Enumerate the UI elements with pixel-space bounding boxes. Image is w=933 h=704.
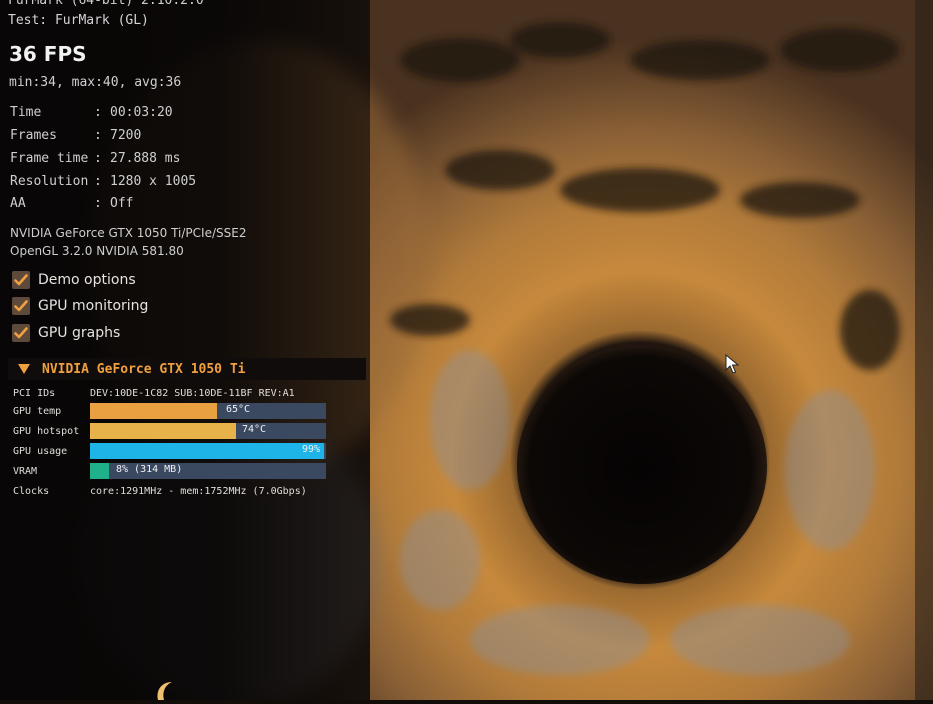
checkmark-icon — [12, 324, 30, 342]
stat-label: Frame time — [10, 151, 89, 166]
gpu-temp-row: GPU temp 65°C — [13, 402, 326, 420]
stat-label: AA — [10, 196, 26, 211]
stat-separator: : — [94, 174, 102, 189]
opengl-version-string: OpenGL 3.2.0 NVIDIA 581.80 — [10, 244, 184, 258]
bar-fill — [90, 463, 109, 479]
pci-ids-row: PCI IDs DEV:10DE-1C82 SUB:10DE-11BF REV:… — [13, 384, 295, 402]
mouse-pointer-icon — [725, 353, 740, 378]
stat-row-frame-time: Frame time:27.888 ms — [10, 151, 180, 166]
gpu-hotspot-bar: 74°C — [90, 423, 326, 439]
pci-ids-label: PCI IDs — [13, 387, 56, 399]
gpu-section-title: NVIDIA GeForce GTX 1050 Ti — [42, 361, 246, 377]
bar-fill — [90, 423, 237, 439]
demo-options-checkbox[interactable]: Demo options — [12, 269, 136, 291]
gpu-graphs-checkbox[interactable]: GPU graphs — [12, 322, 120, 344]
test-name: Test: FurMark (GL) — [8, 13, 149, 28]
bar-value-text: 8% (314 MB) — [116, 464, 183, 475]
bar-fill — [90, 443, 324, 459]
clocks-label: Clocks — [13, 485, 50, 497]
triangle-down-icon — [18, 364, 30, 374]
stat-row-resolution: Resolution:1280 x 1005 — [10, 174, 196, 189]
stat-row-frames: Frames:7200 — [10, 128, 141, 143]
bar-label: GPU temp — [13, 405, 62, 417]
bar-label: VRAM — [13, 465, 38, 477]
stat-value: 1280 x 1005 — [110, 174, 197, 189]
stat-separator: : — [94, 105, 102, 120]
fps-stats: min:34, max:40, avg:36 — [9, 75, 182, 90]
vram-row: VRAM 8% (314 MB) — [13, 462, 326, 480]
checkbox-label: Demo options — [38, 272, 136, 288]
bar-value-text: 74°C — [242, 424, 267, 435]
bar-label: GPU hotspot — [13, 425, 80, 437]
pci-ids-value: DEV:10DE-1C82 SUB:10DE-11BF REV:A1 — [90, 387, 295, 399]
checkbox-label: GPU monitoring — [38, 298, 149, 314]
stat-row-aa: AA: Off — [10, 196, 133, 211]
checkmark-icon — [12, 271, 30, 289]
gpu-section-header[interactable]: NVIDIA GeForce GTX 1050 Ti — [8, 358, 366, 380]
gpu-usage-bar: 99% — [90, 443, 326, 459]
stat-label: Frames — [10, 128, 57, 143]
vram-bar: 8% (314 MB) — [90, 463, 326, 479]
stat-separator: : — [94, 128, 102, 143]
clocks-value: core:1291MHz - mem:1752MHz (7.0Gbps) — [90, 485, 307, 497]
bar-value-text: 65°C — [226, 404, 251, 415]
checkbox-label: GPU graphs — [38, 325, 121, 341]
stat-value: 27.888 ms — [110, 151, 181, 166]
furmark-overlay-panel: FurMark (64-bit) 2.10.2.0 Test: FurMark … — [0, 0, 370, 700]
stat-label: Resolution — [10, 174, 89, 189]
gpu-hotspot-row: GPU hotspot 74°C — [13, 422, 326, 440]
clocks-row: Clocks core:1291MHz - mem:1752MHz (7.0Gb… — [13, 482, 307, 500]
app-title: FurMark (64-bit) 2.10.2.0 — [8, 0, 204, 8]
stat-value: Off — [110, 196, 134, 211]
fps-value: 36 FPS — [9, 42, 87, 66]
checkmark-icon — [12, 297, 30, 315]
stat-value: 7200 — [110, 128, 142, 143]
bar-label: GPU usage — [13, 445, 68, 457]
gpu-monitoring-checkbox[interactable]: GPU monitoring — [12, 295, 148, 317]
bar-fill — [90, 403, 218, 419]
stat-separator: : — [94, 196, 102, 211]
stat-value: 00:03:20 — [110, 105, 173, 120]
gpu-renderer-string: NVIDIA GeForce GTX 1050 Ti/PCIe/SSE2 — [10, 226, 247, 240]
stat-label: Time — [10, 105, 42, 120]
bar-value-text: 99% — [302, 444, 321, 455]
gpu-usage-row: GPU usage 99% — [13, 442, 326, 460]
stat-row-time: Time:00:03:20 — [10, 105, 173, 120]
crescent-logo-icon — [152, 680, 176, 704]
stat-separator: : — [94, 151, 102, 166]
gpu-temp-bar: 65°C — [90, 403, 326, 419]
